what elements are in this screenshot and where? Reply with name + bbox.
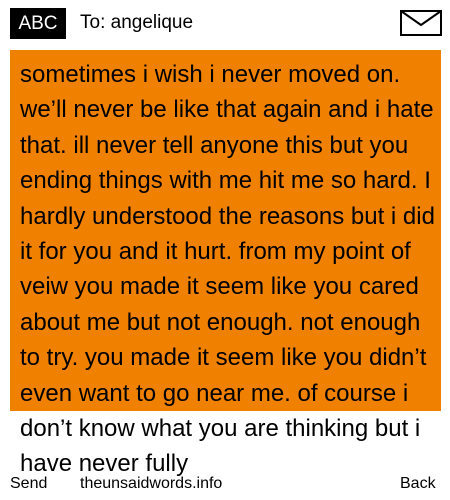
send-softkey[interactable]: Send: [10, 474, 47, 494]
envelope-icon: [400, 10, 442, 36]
back-softkey[interactable]: Back: [400, 474, 436, 494]
watermark-text: theunsaidwords.info: [80, 475, 223, 492]
input-mode-badge: ABC: [10, 8, 66, 39]
recipient-field[interactable]: To: angelique: [80, 11, 193, 35]
message-body[interactable]: sometimes i wish i never moved on. we’ll…: [20, 57, 440, 482]
top-bar: ABC To: angelique: [0, 0, 450, 50]
